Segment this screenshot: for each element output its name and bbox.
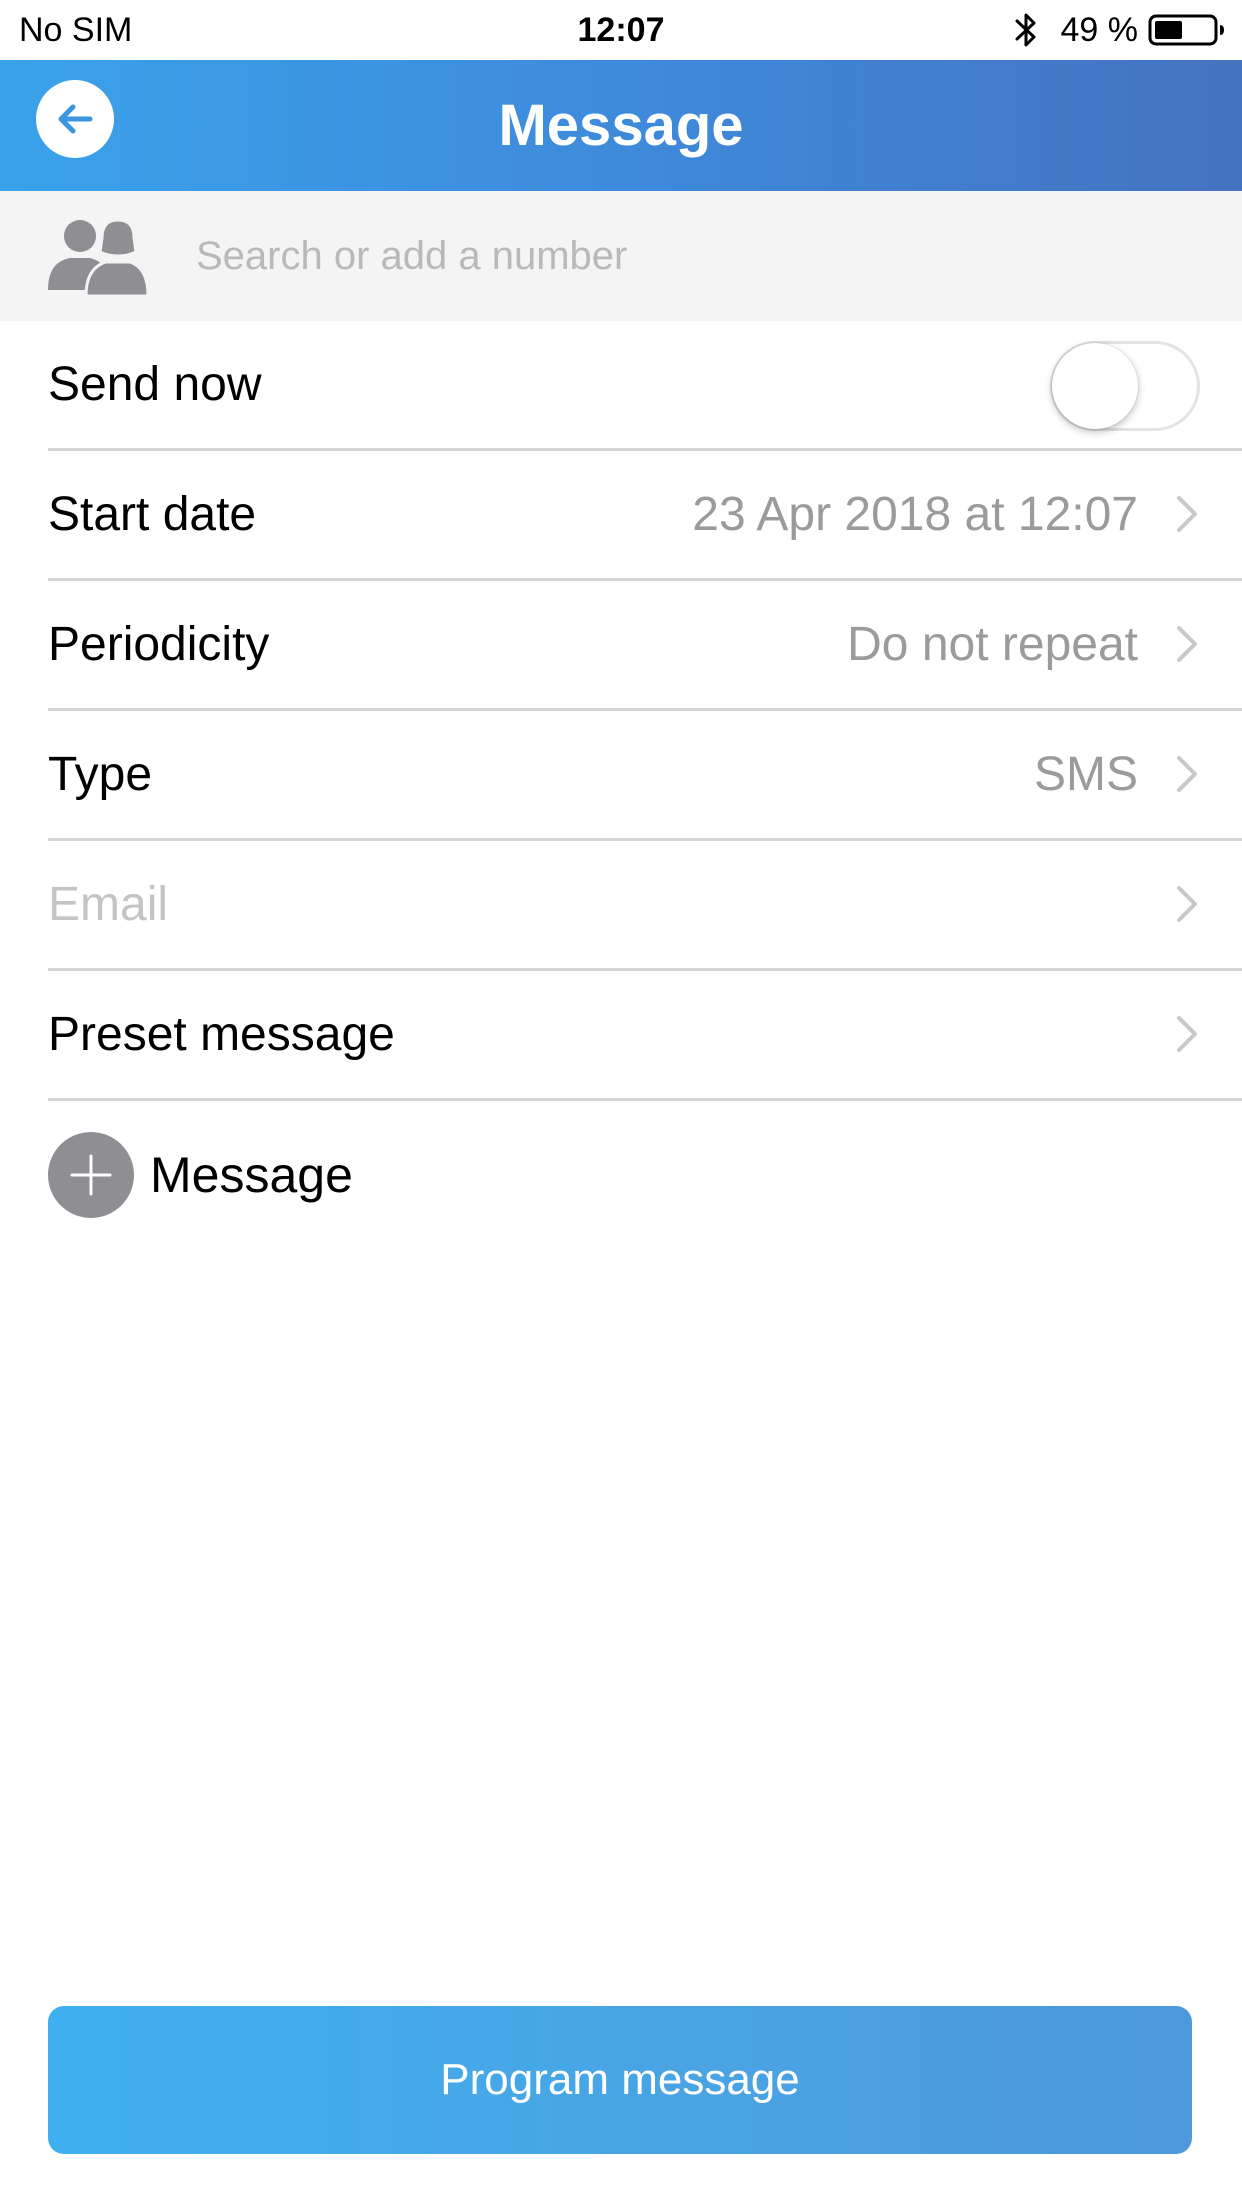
- arrow-left-icon: [58, 104, 93, 134]
- contacts-icon[interactable]: [46, 216, 150, 298]
- status-bar: No SIM 12:07 49 %: [0, 0, 1242, 60]
- page-title: Message: [498, 93, 744, 158]
- send-now-toggle[interactable]: [1050, 341, 1200, 431]
- preset-message-label: Preset message: [48, 1008, 395, 1061]
- chevron-right-icon: [1177, 1016, 1197, 1052]
- type-label: Type: [48, 748, 153, 801]
- chevron-right-icon: [1177, 496, 1197, 532]
- add-message-row[interactable]: Message: [48, 1130, 353, 1220]
- type-row[interactable]: Type SMS: [48, 711, 1242, 841]
- add-message-label: Message: [150, 1147, 353, 1203]
- chevron-right-icon: [1177, 756, 1197, 792]
- back-button[interactable]: [36, 80, 114, 158]
- periodicity-row[interactable]: Periodicity Do not repeat: [48, 581, 1242, 711]
- send-now-label: Send now: [48, 358, 262, 411]
- toggle-knob: [1052, 343, 1138, 429]
- bluetooth-icon: [1015, 13, 1035, 47]
- program-message-button[interactable]: Program message: [48, 2006, 1192, 2154]
- start-date-label: Start date: [48, 488, 257, 541]
- recipient-search-bar: [0, 191, 1242, 321]
- app-header: Message: [0, 60, 1242, 191]
- plus-glyph: [70, 1154, 112, 1196]
- search-input[interactable]: [196, 221, 1196, 291]
- preset-message-row[interactable]: Preset message: [48, 971, 1242, 1101]
- email-row[interactable]: Email: [48, 841, 1242, 971]
- chevron-right-icon: [1177, 886, 1197, 922]
- start-date-row[interactable]: Start date 23 Apr 2018 at 12:07: [48, 451, 1242, 581]
- status-right-group: 49 %: [1013, 10, 1227, 50]
- chevron-right-icon: [1177, 626, 1197, 662]
- send-now-row: Send now: [48, 321, 1242, 451]
- email-placeholder: Email: [48, 878, 169, 931]
- start-date-value: 23 Apr 2018 at 12:07: [692, 488, 1138, 541]
- battery-icon: [1148, 14, 1224, 46]
- plus-icon[interactable]: [48, 1132, 134, 1218]
- periodicity-label: Periodicity: [48, 618, 270, 671]
- type-value: SMS: [1033, 748, 1138, 801]
- battery-percent: 49 %: [1060, 11, 1139, 49]
- periodicity-value: Do not repeat: [847, 618, 1138, 671]
